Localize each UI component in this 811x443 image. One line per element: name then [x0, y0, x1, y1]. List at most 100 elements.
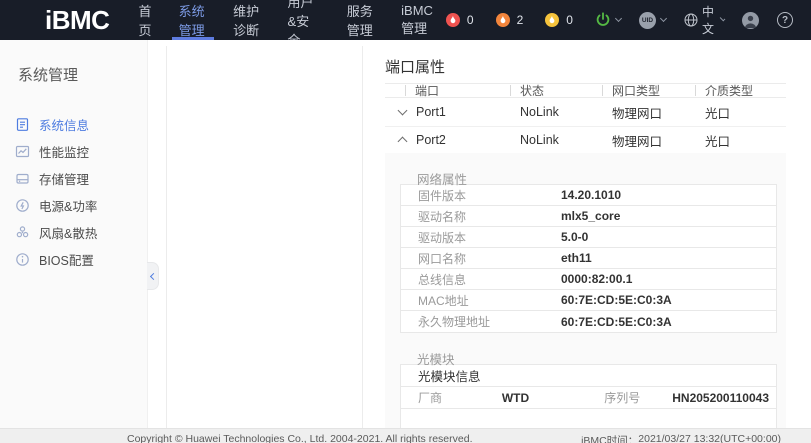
nav-item-system[interactable]: 系统管理 — [166, 0, 220, 40]
table-row — [401, 409, 776, 428]
sidebar-item-label: 系统信息 — [39, 115, 89, 134]
nav-item-user-security[interactable]: 用户&安全 — [275, 0, 334, 40]
help-button[interactable]: ? — [777, 12, 793, 28]
main-nav: 首页 系统管理 维护诊断 用户&安全 服务管理 iBMC管理 — [125, 0, 445, 40]
page-body: 系统管理 系统信息 性能监控 — [0, 40, 811, 428]
uid-indicator-icon: UID — [639, 12, 656, 29]
alarm-critical-count: 0 — [467, 13, 474, 27]
fan-icon — [15, 225, 30, 240]
port-name: Port1 — [416, 105, 446, 119]
optical-module-title: 光模块 — [417, 333, 777, 364]
storage-icon — [15, 171, 30, 186]
table-row-port1[interactable]: Port1 NoLink 物理网口 光口 — [385, 98, 786, 127]
alarm-minor-count: 0 — [566, 13, 573, 27]
optical-info-header: 光模块信息 — [401, 365, 776, 387]
sidebar-item-power[interactable]: 电源&功率 — [0, 192, 147, 219]
system-info-icon — [15, 117, 30, 132]
help-icon: ? — [777, 12, 793, 28]
user-avatar-icon — [742, 12, 759, 29]
table-row: 固件版本14.20.1010 — [401, 185, 776, 206]
col-header-net-type: 网口类型 — [612, 82, 660, 99]
nav-item-home[interactable]: 首页 — [125, 0, 165, 40]
sidebar-item-bios[interactable]: BIOS配置 — [0, 246, 147, 273]
sidebar-item-performance[interactable]: 性能监控 — [0, 138, 147, 165]
port2-expanded-detail: 网络属性 固件版本14.20.1010 驱动名称mlx5_core 驱动版本5.… — [385, 153, 786, 428]
content-divider-line — [166, 46, 167, 428]
table-row: 网口名称eth11 — [401, 248, 776, 269]
content-divider-line — [362, 46, 363, 428]
alarm-critical[interactable]: 0 — [446, 13, 474, 27]
port-properties-panel: 端口属性 端口 状态 网口类型 介质类型 Port1 NoLink 物理网口 光… — [385, 40, 786, 428]
copyright-text: Copyright © Huawei Technologies Co., Ltd… — [127, 433, 473, 443]
optical-module-table: 光模块信息 厂商 WTD 序列号 HN205200110043 — [400, 364, 777, 428]
sidebar-item-label: 风扇&散热 — [39, 223, 97, 242]
table-row: MAC地址60:7E:CD:5E:C0:3A — [401, 290, 776, 311]
sidebar-collapse-button[interactable] — [147, 262, 159, 290]
alarm-major[interactable]: 2 — [496, 13, 524, 27]
performance-icon — [15, 144, 30, 159]
column-separator — [405, 85, 406, 96]
network-props-title: 网络属性 — [417, 153, 777, 184]
chevron-down-icon — [719, 16, 725, 22]
table-row: 厂商 WTD 序列号 HN205200110043 — [401, 387, 776, 409]
col-header-media-type: 介质类型 — [705, 82, 753, 99]
network-props-table: 固件版本14.20.1010 驱动名称mlx5_core 驱动版本5.0-0 网… — [400, 184, 777, 333]
sidebar-item-label: BIOS配置 — [39, 250, 94, 269]
nav-item-maintenance[interactable]: 维护诊断 — [220, 0, 274, 40]
serial-value: HN205200110043 — [672, 391, 776, 405]
chevron-left-icon — [150, 272, 157, 279]
column-separator — [510, 85, 511, 96]
sidebar: 系统管理 系统信息 性能监控 — [0, 40, 148, 428]
sidebar-menu: 系统信息 性能监控 存储管理 — [0, 111, 147, 273]
port-name: Port2 — [416, 133, 446, 147]
port-media-type: 光口 — [695, 131, 786, 150]
table-row-port2[interactable]: Port2 NoLink 物理网口 光口 — [385, 127, 786, 153]
port-net-type: 物理网口 — [602, 103, 695, 122]
power-icon — [15, 198, 30, 213]
col-header-port: 端口 — [415, 82, 439, 99]
serial-label: 序列号 — [604, 389, 672, 406]
power-icon — [595, 12, 611, 28]
chevron-down-icon[interactable] — [398, 105, 408, 115]
power-control-dropdown[interactable] — [595, 12, 621, 28]
nav-item-ibmc-mgmt[interactable]: iBMC管理 — [388, 0, 446, 40]
bios-icon — [15, 252, 30, 267]
port-net-type: 物理网口 — [602, 131, 695, 150]
sidebar-item-system-info[interactable]: 系统信息 — [0, 111, 147, 138]
column-separator — [695, 85, 696, 96]
sidebar-item-storage[interactable]: 存储管理 — [0, 165, 147, 192]
port-table-header: 端口 状态 网口类型 介质类型 — [385, 83, 786, 98]
table-row: 永久物理地址60:7E:CD:5E:C0:3A — [401, 311, 776, 332]
language-label: 中文 — [702, 3, 716, 37]
table-row: 驱动名称mlx5_core — [401, 206, 776, 227]
table-row: 驱动版本5.0-0 — [401, 227, 776, 248]
port-status: NoLink — [510, 105, 602, 119]
vendor-value: WTD — [502, 391, 604, 405]
alarm-minor[interactable]: 0 — [545, 13, 573, 27]
uid-dropdown[interactable]: UID — [639, 12, 666, 29]
section-title: 端口属性 — [385, 56, 786, 74]
flame-icon — [545, 13, 559, 27]
language-dropdown[interactable]: 中文 — [684, 3, 724, 37]
sidebar-item-label: 存储管理 — [39, 169, 89, 188]
chevron-down-icon — [660, 15, 667, 22]
nav-item-services[interactable]: 服务管理 — [334, 0, 388, 40]
ibmc-time: iBMC时间： 2021/03/27 13:32(UTC+00:00) — [581, 433, 781, 443]
user-menu[interactable] — [742, 12, 759, 29]
sidebar-title: 系统管理 — [18, 64, 147, 85]
sidebar-item-label: 电源&功率 — [39, 196, 97, 215]
port-status: NoLink — [510, 133, 602, 147]
sidebar-item-label: 性能监控 — [39, 142, 89, 161]
vendor-label: 厂商 — [401, 389, 502, 406]
globe-icon — [684, 13, 698, 27]
sidebar-item-fan[interactable]: 风扇&散热 — [0, 219, 147, 246]
ibmc-logo: iBMC — [45, 0, 109, 40]
ibmc-time-value: 2021/03/27 13:32(UTC+00:00) — [638, 433, 781, 443]
footer: Copyright © Huawei Technologies Co., Ltd… — [0, 428, 811, 443]
top-header: iBMC 首页 系统管理 维护诊断 用户&安全 服务管理 iBMC管理 0 2 … — [0, 0, 811, 40]
content-area: 端口属性 端口 状态 网口类型 介质类型 Port1 NoLink 物理网口 光… — [148, 40, 811, 428]
port-media-type: 光口 — [695, 103, 786, 122]
chevron-up-icon[interactable] — [398, 137, 408, 147]
ibmc-time-label: iBMC时间： — [581, 433, 638, 443]
chevron-down-icon — [615, 15, 622, 22]
